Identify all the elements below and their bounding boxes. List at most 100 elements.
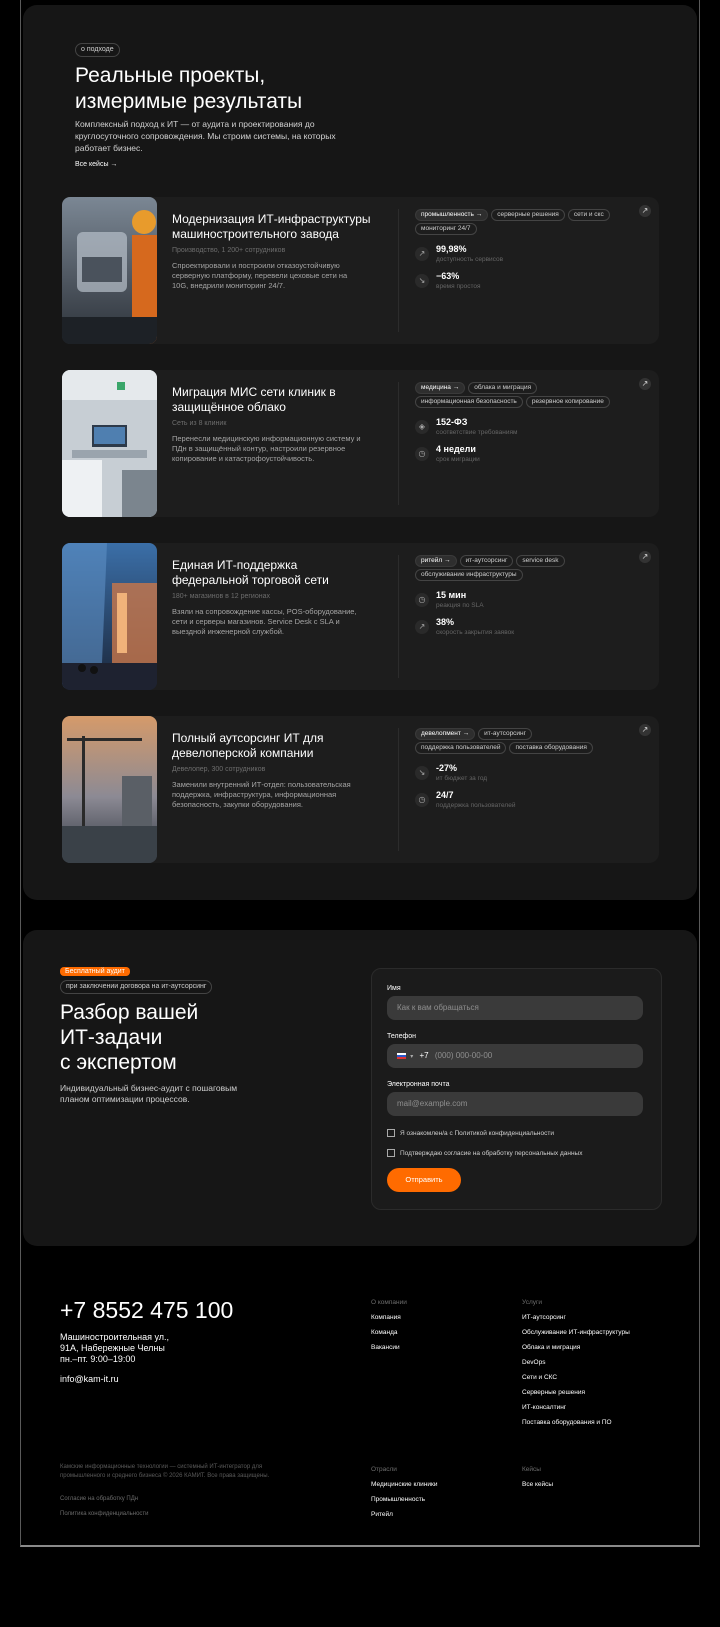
name-input[interactable]: Как к вам обращаться [387, 996, 643, 1020]
case-card[interactable]: Модернизация ИТ-инфраструктуры машиностр… [62, 197, 659, 344]
case-image-retail [62, 543, 157, 690]
case-card[interactable]: Единая ИТ-поддержка федеральной торговой… [62, 543, 659, 690]
metric-value: 15 мин [436, 590, 467, 600]
footer-link[interactable]: Поставка оборудования и ПО [522, 1415, 630, 1430]
submit-button[interactable]: Отправить [387, 1168, 461, 1192]
audit-text: Индивидуальный бизнес-аудит с пошаговым … [60, 1083, 238, 1104]
section-title: Реальные проекты, измеримые результаты [75, 63, 395, 115]
audit-title: Разбор вашей ИТ-задачи с экспертом [60, 1000, 260, 1075]
flag-ru-icon[interactable] [397, 1052, 406, 1059]
case-card[interactable]: Полный аутсорсинг ИТ для девелоперской к… [62, 716, 659, 863]
metric-value: 4 недели [436, 444, 476, 454]
card-divider [398, 728, 399, 851]
open-case-arrow-icon[interactable]: ↗ [639, 551, 651, 563]
footer-link[interactable]: Обслуживание ИТ-инфраструктуры [522, 1325, 630, 1340]
case-description: Спроектировали и построили отказоустойчи… [172, 261, 348, 290]
footer-link[interactable]: Серверные решения [522, 1385, 630, 1400]
footer-link[interactable]: Ритейл [371, 1507, 438, 1522]
metric-value: 99,98% [436, 244, 467, 254]
open-case-arrow-icon[interactable]: ↗ [639, 378, 651, 390]
footer-link[interactable]: Вакансии [371, 1340, 407, 1355]
footer-link[interactable]: ИТ-аутсорсинг [522, 1310, 630, 1325]
metric-value: 38% [436, 617, 455, 627]
footer-link[interactable]: Облака и миграция [522, 1340, 630, 1355]
footer-link[interactable]: Медицинские клиники [371, 1477, 438, 1492]
case-tag: ит-аутсорсинг [478, 728, 533, 740]
case-tag: ит-аутсорсинг [459, 555, 514, 567]
chart-down-icon: ↘ [415, 766, 429, 780]
audit-title-line1: Разбор вашей [60, 1001, 199, 1024]
metric-value: -27% [436, 763, 458, 773]
case-subtitle: Сеть из 8 клиник [172, 420, 227, 427]
audit-badge: Бесплатный аудит [60, 967, 130, 976]
footer-phone[interactable]: +7 8552 475 100 [60, 1297, 233, 1324]
footer-link[interactable]: Все кейсы [522, 1477, 553, 1492]
card-divider [398, 382, 399, 505]
metric-label: реакция по SLA [436, 602, 484, 609]
consent-privacy-checkbox[interactable] [387, 1129, 395, 1138]
case-subtitle: Девелопер, 300 сотрудников [172, 766, 266, 773]
case-tags: медицина → облака и миграция информационна… [415, 382, 625, 410]
footer-link[interactable]: Промышленность [371, 1492, 438, 1507]
case-subtitle: 180+ магазинов в 12 регионах [172, 593, 270, 600]
consent-data[interactable]: Подтверждаю согласие на обработку персон… [387, 1149, 587, 1159]
case-description: Перенесли медицинскую информационную сис… [172, 434, 361, 463]
phone-label: Телефон [387, 1033, 417, 1040]
section-tag: о подходе [75, 43, 120, 57]
phone-input[interactable]: ▾ +7 (000) 000-00-00 [387, 1044, 643, 1068]
phone-prefix: +7 [419, 1051, 429, 1060]
footer-column-head: О компании [371, 1299, 407, 1306]
audit-title-line2: ИТ-задачи [60, 1026, 163, 1049]
case-tag: резервное копирование [525, 396, 610, 408]
case-metric: ↘ −63% время простоя [415, 271, 615, 295]
case-title: Модернизация ИТ-инфраструктуры машиностр… [172, 212, 371, 241]
case-subtitle: Производство, 1 200+ сотрудников [172, 247, 286, 254]
footer-link[interactable]: Сети и СКС [522, 1370, 630, 1385]
case-tags: девелопмент → ит-аутсорсинг поддержка поль… [415, 728, 625, 756]
case-description: Заменили внутренний ИТ-отдел: пользовате… [172, 780, 351, 809]
footer-industries-column: Отрасли Медицинские клиники Промышленнос… [371, 1462, 438, 1522]
footer-legal-link[interactable]: Согласие на обработку ПДн [60, 1496, 138, 1502]
footer-company-column: О компании Компания Команда Вакансии [371, 1295, 407, 1355]
case-title: Единая ИТ-поддержка федеральной торговой… [172, 558, 329, 587]
footer-services-column: Услуги ИТ-аутсорсинг Обслуживание ИТ-инф… [522, 1295, 630, 1430]
metric-label: ит бюджет за год [436, 775, 488, 782]
case-tag: серверные решения [491, 209, 565, 221]
case-tag[interactable]: медицина → [415, 382, 466, 394]
footer-column-head: Кейсы [522, 1466, 541, 1473]
consent-privacy[interactable]: Я ознакомлен/а с Политикой конфиденциаль… [387, 1129, 587, 1139]
clock-icon: ◷ [415, 793, 429, 807]
footer-link[interactable]: ИТ-консалтинг [522, 1400, 630, 1415]
footer-email[interactable]: info@kam-it.ru [60, 1374, 119, 1384]
metric-label: скорость закрытия заявок [436, 629, 515, 636]
open-case-arrow-icon[interactable]: ↗ [639, 205, 651, 217]
phone-placeholder: (000) 000-00-00 [434, 1051, 493, 1060]
footer-legal-link[interactable]: Политика конфиденциальности [60, 1511, 149, 1517]
case-tag[interactable]: девелопмент → [415, 728, 476, 740]
email-input[interactable]: mail@example.com [387, 1092, 643, 1116]
consent-data-checkbox[interactable] [387, 1149, 395, 1158]
case-tag[interactable]: промышленность → [415, 209, 489, 221]
all-cases-link[interactable]: Все кейсы → [75, 161, 117, 168]
case-tag[interactable]: ритейл → [415, 555, 457, 567]
case-card[interactable]: Миграция МИС сети клиник в защищённое об… [62, 370, 659, 517]
case-tag: поставка оборудования [509, 742, 593, 754]
case-tag: облака и миграция [468, 382, 538, 394]
case-metric: ◷ 24/7 поддержка пользователей [415, 790, 615, 814]
metric-value: 152-ФЗ [436, 417, 468, 427]
footer-link[interactable]: Компания [371, 1310, 407, 1325]
case-metric: ◷ 15 мин реакция по SLA [415, 590, 615, 614]
case-metric: ↗ 38% скорость закрытия заявок [415, 617, 615, 641]
footer-link[interactable]: Команда [371, 1325, 407, 1340]
chart-up-icon: ↗ [415, 247, 429, 261]
case-tag: информационная безопасность [415, 396, 523, 408]
metric-label: время простоя [436, 283, 481, 290]
footer-address: Машиностроительная ул., 91А, Набережные … [60, 1332, 170, 1364]
chart-down-icon: ↘ [415, 274, 429, 288]
case-description: Взяли на сопровождение кассы, POS-оборуд… [172, 607, 357, 636]
open-case-arrow-icon[interactable]: ↗ [639, 724, 651, 736]
request-form: Имя Как к вам обращаться Телефон ▾ +7 (0… [371, 968, 662, 1210]
footer-column-head: Отрасли [371, 1466, 397, 1473]
footer-link[interactable]: DevOps [522, 1355, 630, 1370]
footer-column-head: Услуги [522, 1299, 542, 1306]
